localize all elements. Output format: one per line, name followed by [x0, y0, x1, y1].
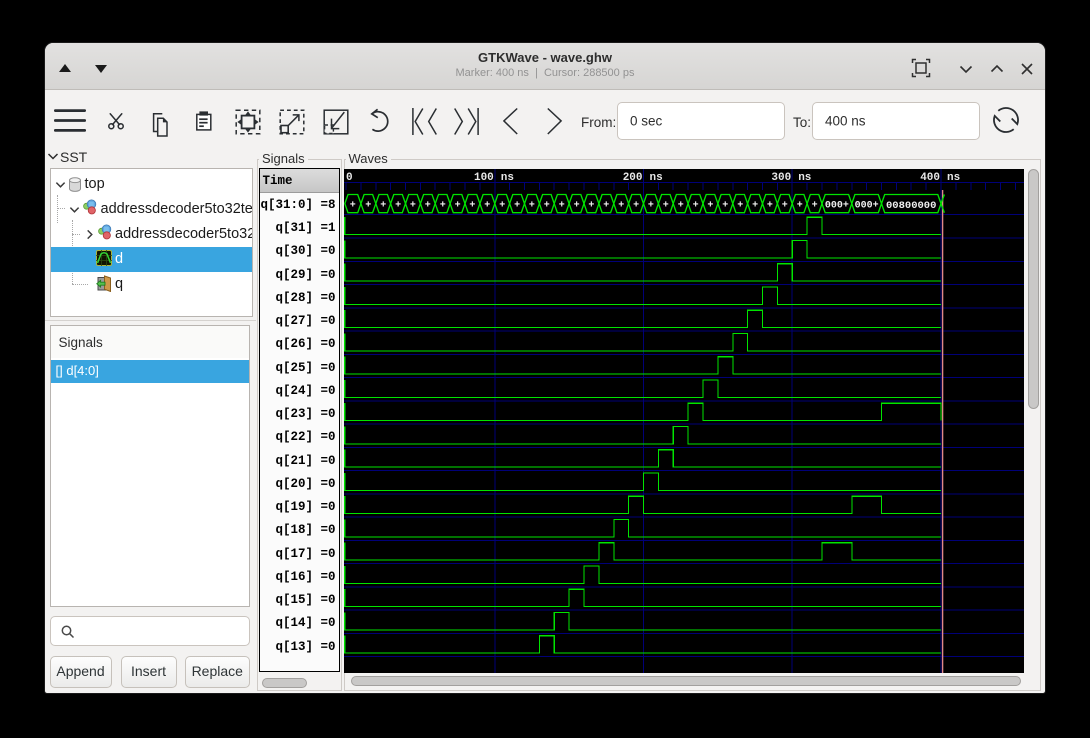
svg-text:+: + — [365, 200, 371, 211]
svg-text:+: + — [678, 200, 684, 211]
svg-text:+: + — [574, 200, 580, 211]
svg-text:+: + — [588, 200, 594, 211]
svg-text:+: + — [618, 200, 624, 211]
svg-text:ns: ns — [798, 172, 811, 184]
svg-text:+: + — [633, 200, 639, 211]
svg-text:+: + — [752, 200, 758, 211]
svg-text:+: + — [350, 200, 356, 211]
svg-text:+: + — [484, 200, 490, 211]
svg-text:200: 200 — [623, 172, 643, 184]
svg-text:+: + — [693, 200, 699, 211]
svg-text:+: + — [737, 200, 743, 211]
svg-text:+: + — [395, 200, 401, 211]
svg-text:ns: ns — [501, 172, 514, 184]
svg-text:000+: 000+ — [825, 200, 849, 211]
svg-text:+: + — [559, 200, 565, 211]
svg-text:000+: 000+ — [855, 200, 879, 211]
svg-text:+: + — [767, 200, 773, 211]
svg-text:+: + — [812, 200, 818, 211]
svg-text:+: + — [425, 200, 431, 211]
svg-text:+: + — [544, 200, 550, 211]
svg-text:+: + — [410, 200, 416, 211]
svg-text:300: 300 — [771, 172, 791, 184]
svg-text:400: 400 — [920, 172, 940, 184]
svg-text:+: + — [380, 200, 386, 211]
svg-text:+: + — [663, 200, 669, 211]
svg-text:+: + — [529, 200, 535, 211]
svg-text:+: + — [603, 200, 609, 211]
svg-text:+: + — [499, 200, 505, 211]
svg-text:ns: ns — [947, 172, 960, 184]
svg-text:+: + — [514, 200, 520, 211]
svg-text:+: + — [782, 200, 788, 211]
svg-text:00800000: 00800000 — [886, 200, 936, 212]
svg-text:+: + — [797, 200, 803, 211]
svg-text:100: 100 — [474, 172, 494, 184]
svg-text:+: + — [707, 200, 713, 211]
svg-text:+: + — [455, 200, 461, 211]
svg-text:ns: ns — [650, 172, 663, 184]
svg-text:+: + — [722, 200, 728, 211]
svg-text:+: + — [648, 200, 654, 211]
svg-text:0: 0 — [346, 172, 353, 184]
svg-text:+: + — [469, 200, 475, 211]
svg-text:+: + — [440, 200, 446, 211]
